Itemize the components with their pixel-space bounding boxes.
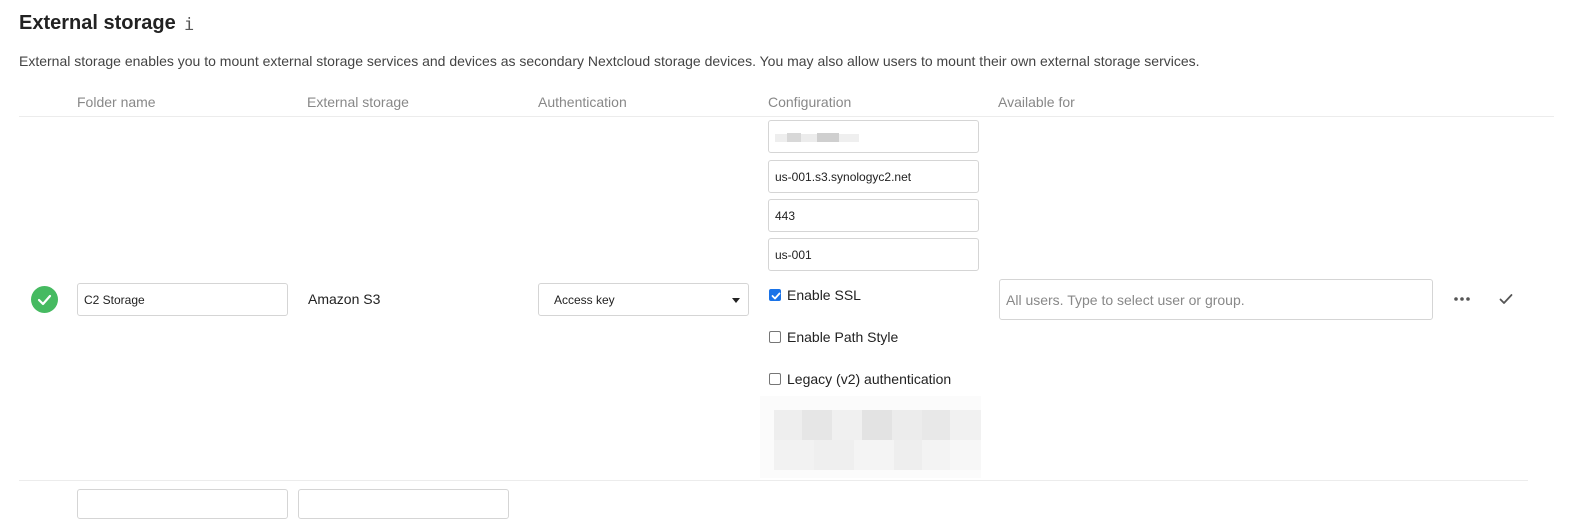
column-header-external-storage: External storage (307, 94, 409, 110)
column-header-available-for: Available for (998, 94, 1075, 110)
enable-ssl-checkbox[interactable] (769, 289, 781, 301)
column-header-folder-name: Folder name (77, 94, 156, 110)
storage-backend-label: Amazon S3 (308, 291, 381, 307)
chevron-down-icon (732, 298, 740, 303)
enable-ssl-label[interactable]: Enable SSL (787, 287, 861, 303)
available-for-input[interactable]: All users. Type to select user or group. (999, 279, 1433, 320)
authentication-select[interactable]: Access key (538, 283, 749, 316)
authentication-select-value: Access key (554, 292, 615, 307)
redacted-bucket-value (775, 133, 859, 142)
hostname-value: us-001.s3.synologyc2.net (775, 169, 912, 184)
header-divider (19, 116, 1554, 117)
save-check-icon[interactable] (1497, 290, 1515, 308)
info-icon[interactable]: i (184, 15, 194, 35)
page-description: External storage enables you to mount ex… (19, 53, 1200, 69)
column-header-authentication: Authentication (538, 94, 627, 110)
enable-path-style-checkbox[interactable] (769, 331, 781, 343)
row-divider (19, 480, 1528, 481)
available-for-placeholder: All users. Type to select user or group. (1006, 291, 1245, 308)
column-header-configuration: Configuration (768, 94, 852, 110)
bucket-input-redacted[interactable] (768, 120, 979, 153)
legacy-auth-label[interactable]: Legacy (v2) authentication (787, 371, 951, 387)
hostname-input[interactable]: us-001.s3.synologyc2.net (768, 160, 979, 193)
new-storage-select[interactable] (298, 489, 509, 519)
legacy-auth-checkbox[interactable] (769, 373, 781, 385)
page-title: External storage (19, 12, 176, 34)
more-actions-icon[interactable] (1452, 289, 1474, 309)
status-ok-icon (31, 286, 58, 313)
port-input[interactable]: 443 (768, 199, 979, 232)
folder-name-value: C2 Storage (84, 292, 145, 307)
folder-name-input[interactable]: C2 Storage (77, 283, 288, 316)
redacted-credentials (760, 396, 981, 478)
region-value: us-001 (775, 247, 812, 262)
port-value: 443 (775, 208, 796, 223)
new-folder-name-input[interactable] (77, 489, 288, 519)
region-input[interactable]: us-001 (768, 238, 979, 271)
enable-path-style-label[interactable]: Enable Path Style (787, 329, 898, 345)
